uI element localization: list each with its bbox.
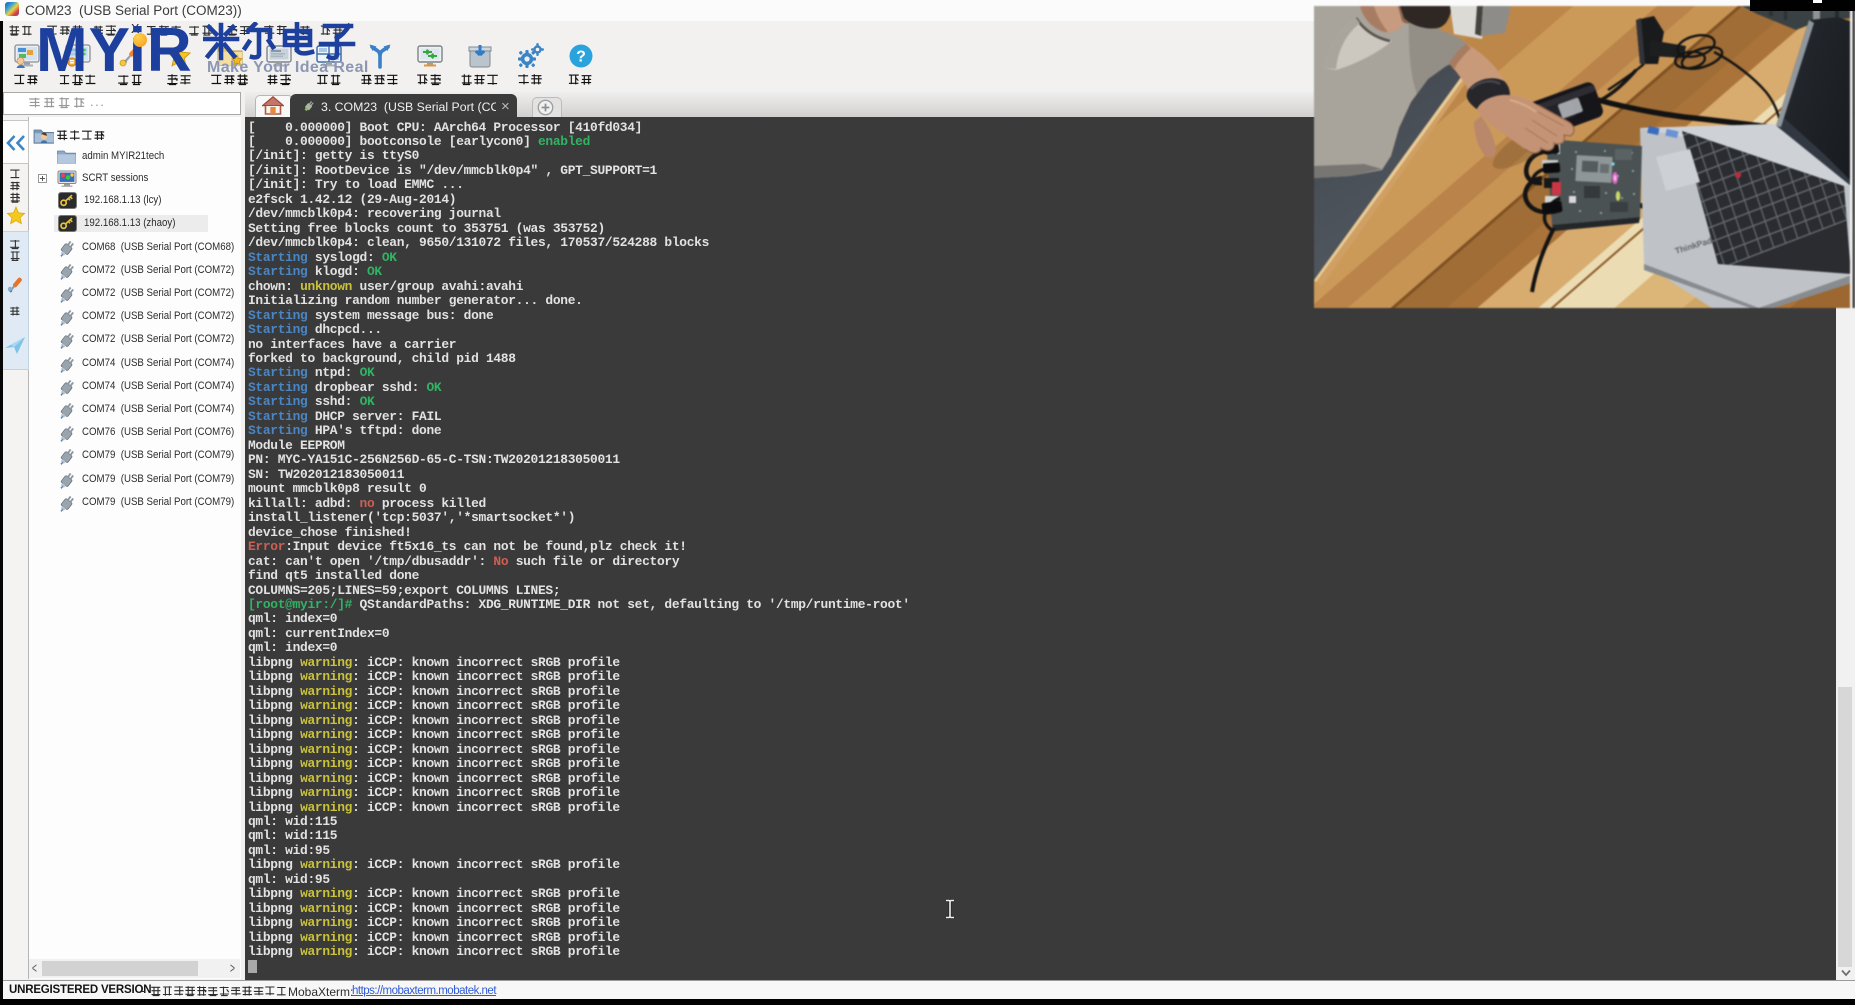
svg-text:?: ? (576, 49, 586, 66)
